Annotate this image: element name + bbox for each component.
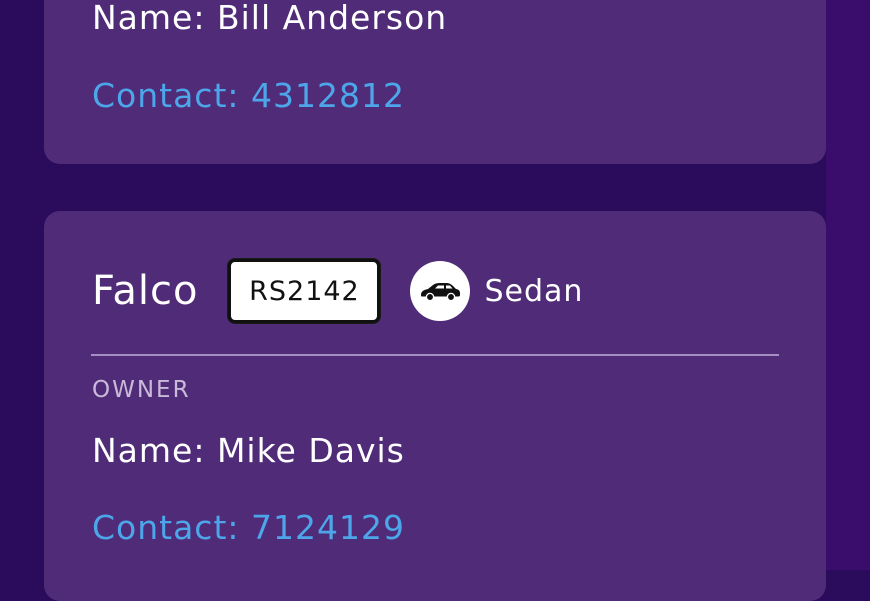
vehicle-card: Falco RS2142 Sedan OWNER Name: Mike Davi… [44, 211, 826, 601]
owner-contact-link[interactable]: Contact: 4312812 [92, 76, 405, 115]
divider [91, 354, 779, 356]
car-icon [410, 261, 471, 321]
background-edge [826, 0, 870, 570]
owner-name: Name: Bill Anderson [92, 0, 448, 37]
owner-section-label: OWNER [92, 377, 191, 403]
vehicle-body-type: Sedan [484, 273, 584, 309]
vehicle-model: Falco [92, 268, 199, 314]
vehicle-card: Name: Bill Anderson Contact: 4312812 [44, 0, 826, 164]
owner-name: Name: Mike Davis [92, 431, 405, 470]
license-plate: RS2142 [228, 259, 381, 323]
vehicle-header: Falco RS2142 Sedan [92, 255, 583, 327]
owner-contact-link[interactable]: Contact: 7124129 [92, 508, 405, 547]
